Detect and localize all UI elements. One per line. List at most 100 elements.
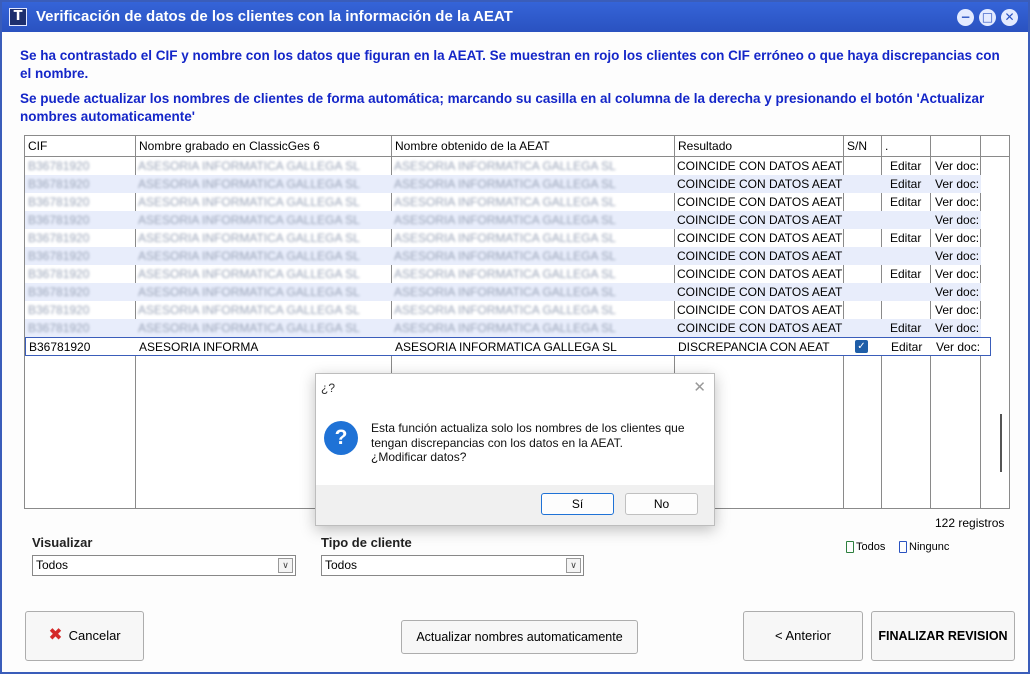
cell-cif[interactable]: B36781920 [25,247,135,265]
cell-resultado[interactable]: COINCIDE CON DATOS AEAT [674,265,843,283]
edit-link[interactable]: Editar [888,338,931,356]
visualizar-select[interactable]: Todos ∨ [32,555,296,576]
column-header-nombre-aeat[interactable]: Nombre obtenido de la AEAT [392,136,675,156]
cell-resultado[interactable]: DISCREPANCIA CON AEAT [675,338,844,356]
cell-resultado[interactable]: COINCIDE CON DATOS AEAT [674,301,843,319]
finish-review-button[interactable]: FINALIZAR REVISION [871,611,1015,661]
cell-cif[interactable]: B36781920 [25,193,135,211]
cell-cif[interactable]: B36781920 [25,301,135,319]
table-row[interactable]: B36781920 ASESORIA INFORMATICA GALLEGA SL… [25,319,981,337]
cell-resultado[interactable]: COINCIDE CON DATOS AEAT [674,229,843,247]
column-header-dot[interactable]: . [882,136,931,156]
cell-resultado[interactable]: COINCIDE CON DATOS AEAT [674,175,843,193]
yes-button[interactable]: Sí [541,493,614,515]
maximize-button[interactable]: □ [979,9,996,26]
cancel-button[interactable]: ✖ Cancelar [25,611,144,661]
cell-nombre[interactable]: ASESORIA INFORMATICA GALLEGA SL [135,175,391,193]
previous-button[interactable]: < Anterior [743,611,863,661]
cell-nombre-aeat[interactable]: ASESORIA INFORMATICA GALLEGA SL [391,319,674,337]
table-row-selected[interactable]: B36781920 ASESORIA INFORMA ASESORIA INFO… [25,337,991,356]
cell-nombre[interactable]: ASESORIA INFORMATICA GALLEGA SL [135,247,391,265]
view-doc-link[interactable]: Ver doc: [932,229,980,247]
cell-nombre[interactable]: ASESORIA INFORMATICA GALLEGA SL [135,193,391,211]
view-doc-link[interactable]: Ver doc: [933,338,981,356]
column-header-cif[interactable]: CIF [25,136,136,156]
table-row[interactable]: B36781920 ASESORIA INFORMATICA GALLEGA SL… [25,157,981,175]
edit-link[interactable]: Editar [887,319,930,337]
dialog-close-icon[interactable]: ✕ [693,378,706,396]
cell-nombre[interactable]: ASESORIA INFORMA [136,338,392,356]
view-doc-link[interactable]: Ver doc: [932,211,980,229]
cell-nombre[interactable]: ASESORIA INFORMATICA GALLEGA SL [135,301,391,319]
edit-link[interactable] [887,283,930,301]
cell-nombre-aeat[interactable]: ASESORIA INFORMATICA GALLEGA SL [391,283,674,301]
cell-nombre[interactable]: ASESORIA INFORMATICA GALLEGA SL [135,265,391,283]
cell-nombre-aeat[interactable]: ASESORIA INFORMATICA GALLEGA SL [391,229,674,247]
cell-cif[interactable]: B36781920 [26,338,136,356]
chevron-down-icon[interactable]: ∨ [566,558,581,573]
cell-resultado[interactable]: COINCIDE CON DATOS AEAT [674,319,843,337]
cell-nombre[interactable]: ASESORIA INFORMATICA GALLEGA SL [135,319,391,337]
cell-cif[interactable]: B36781920 [25,211,135,229]
cell-resultado[interactable]: COINCIDE CON DATOS AEAT [674,211,843,229]
cell-nombre-aeat[interactable]: ASESORIA INFORMATICA GALLEGA SL [391,265,674,283]
select-none-link[interactable]: Ningunc [899,541,949,554]
close-button[interactable]: ✕ [1001,9,1018,26]
update-checkbox[interactable]: ✓ [855,340,868,353]
cell-nombre-aeat[interactable]: ASESORIA INFORMATICA GALLEGA SL [392,338,675,356]
view-doc-link[interactable]: Ver doc: [932,265,980,283]
view-doc-link[interactable]: Ver doc: [932,175,980,193]
cell-cif[interactable]: B36781920 [25,265,135,283]
table-row[interactable]: B36781920 ASESORIA INFORMATICA GALLEGA SL… [25,283,981,301]
tipo-cliente-select[interactable]: Todos ∨ [321,555,584,576]
grid-scrollbar[interactable] [1000,414,1002,472]
edit-link[interactable] [887,211,930,229]
edit-link[interactable]: Editar [887,157,930,175]
cell-nombre[interactable]: ASESORIA INFORMATICA GALLEGA SL [135,157,391,175]
cell-resultado[interactable]: COINCIDE CON DATOS AEAT [674,247,843,265]
table-row[interactable]: B36781920 ASESORIA INFORMATICA GALLEGA SL… [25,193,981,211]
cell-cif[interactable]: B36781920 [25,319,135,337]
update-names-button[interactable]: Actualizar nombres automaticamente [401,620,638,654]
cell-nombre-aeat[interactable]: ASESORIA INFORMATICA GALLEGA SL [391,211,674,229]
cell-nombre[interactable]: ASESORIA INFORMATICA GALLEGA SL [135,283,391,301]
chevron-down-icon[interactable]: ∨ [278,558,293,573]
cell-cif[interactable]: B36781920 [25,157,135,175]
table-row[interactable]: B36781920 ASESORIA INFORMATICA GALLEGA SL… [25,301,981,319]
table-row[interactable]: B36781920 ASESORIA INFORMATICA GALLEGA SL… [25,229,981,247]
cell-nombre-aeat[interactable]: ASESORIA INFORMATICA GALLEGA SL [391,301,674,319]
edit-link[interactable] [887,247,930,265]
column-header-doc[interactable] [931,136,981,156]
view-doc-link[interactable]: Ver doc: [932,247,980,265]
cell-cif[interactable]: B36781920 [25,283,135,301]
cell-nombre-aeat[interactable]: ASESORIA INFORMATICA GALLEGA SL [391,157,674,175]
cell-resultado[interactable]: COINCIDE CON DATOS AEAT [674,193,843,211]
view-doc-link[interactable]: Ver doc: [932,157,980,175]
column-header-resultado[interactable]: Resultado [675,136,844,156]
cell-resultado[interactable]: COINCIDE CON DATOS AEAT [674,283,843,301]
view-doc-link[interactable]: Ver doc: [932,301,980,319]
cell-cif[interactable]: B36781920 [25,229,135,247]
cell-nombre[interactable]: ASESORIA INFORMATICA GALLEGA SL [135,229,391,247]
cell-nombre-aeat[interactable]: ASESORIA INFORMATICA GALLEGA SL [391,247,674,265]
edit-link[interactable]: Editar [887,265,930,283]
cell-nombre-aeat[interactable]: ASESORIA INFORMATICA GALLEGA SL [391,193,674,211]
select-all-link[interactable]: Todos [846,541,885,554]
table-row[interactable]: B36781920 ASESORIA INFORMATICA GALLEGA SL… [25,211,981,229]
edit-link[interactable]: Editar [887,229,930,247]
no-button[interactable]: No [625,493,698,515]
edit-link[interactable] [887,301,930,319]
view-doc-link[interactable]: Ver doc: [932,319,980,337]
minimize-button[interactable]: − [957,9,974,26]
view-doc-link[interactable]: Ver doc: [932,283,980,301]
cell-resultado[interactable]: COINCIDE CON DATOS AEAT [674,157,843,175]
column-header-sn[interactable]: S/N [844,136,882,156]
cell-nombre-aeat[interactable]: ASESORIA INFORMATICA GALLEGA SL [391,175,674,193]
table-row[interactable]: B36781920 ASESORIA INFORMATICA GALLEGA SL… [25,265,981,283]
cell-cif[interactable]: B36781920 [25,175,135,193]
table-row[interactable]: B36781920 ASESORIA INFORMATICA GALLEGA SL… [25,175,981,193]
cell-nombre[interactable]: ASESORIA INFORMATICA GALLEGA SL [135,211,391,229]
table-row[interactable]: B36781920 ASESORIA INFORMATICA GALLEGA SL… [25,247,981,265]
edit-link[interactable]: Editar [887,193,930,211]
view-doc-link[interactable]: Ver doc: [932,193,980,211]
